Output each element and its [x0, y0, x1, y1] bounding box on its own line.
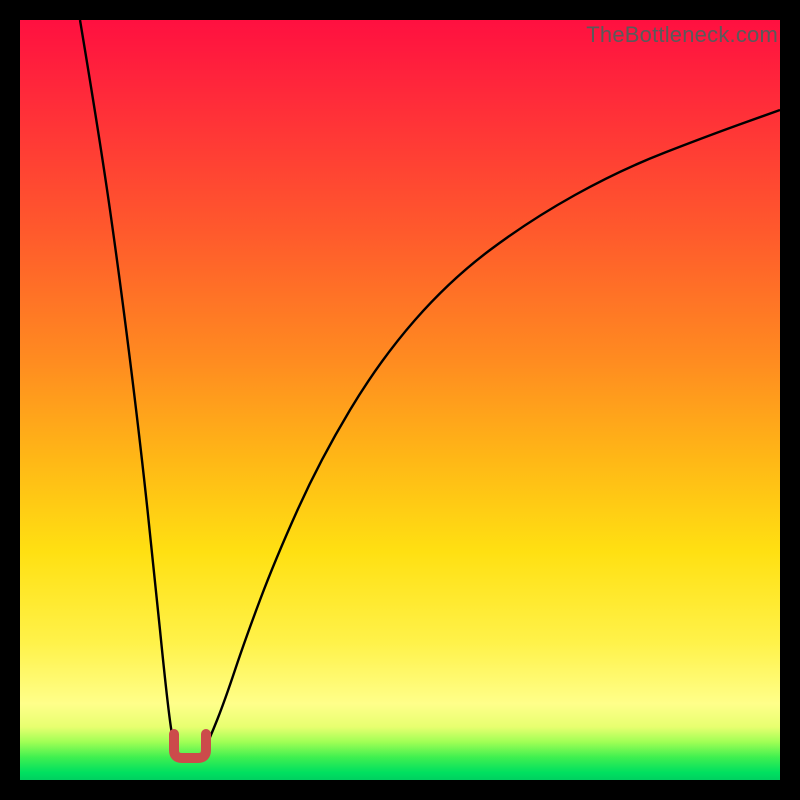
curve-left-limb: [80, 20, 177, 755]
plot-area: [20, 20, 780, 780]
curve-right-limb: [202, 110, 780, 755]
bottleneck-curve: [80, 20, 780, 755]
curves-svg: [20, 20, 780, 780]
chart-frame: TheBottleneck.com: [0, 0, 800, 800]
source-label: TheBottleneck.com: [586, 22, 778, 48]
dip-u-marker: [174, 734, 206, 758]
